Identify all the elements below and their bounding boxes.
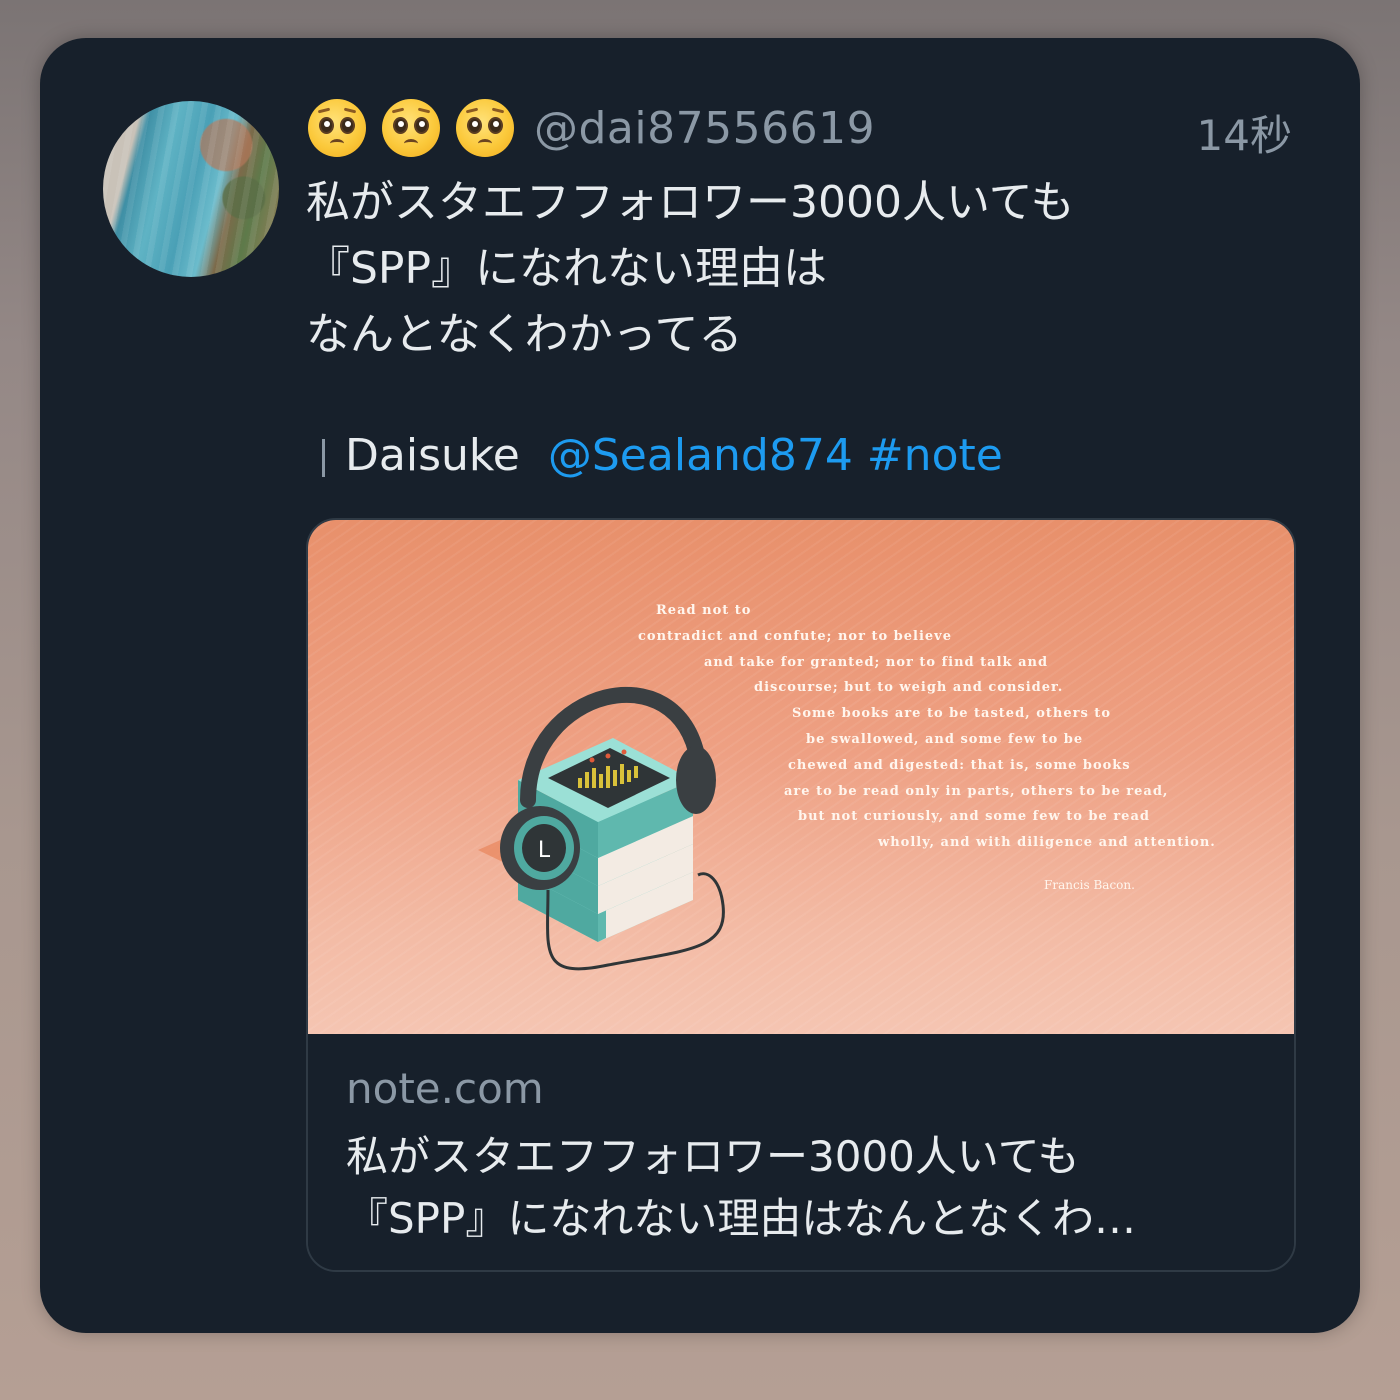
pleading-face-emoji-icon [308, 99, 366, 157]
mention-hashtag-link[interactable]: @Sealand874 #note [548, 430, 1003, 481]
link-title-line: 私がスタエフフォロワー3000人いても [346, 1132, 1080, 1181]
pleading-face-emoji-icon [382, 99, 440, 157]
quote-author: Daisuke [345, 430, 520, 481]
poem-line: but not curiously, and some few to be re… [798, 809, 1150, 825]
tweet-card[interactable]: @dai87556619 14秒 私がスタエフフォロワー3000人いても 『SP… [40, 38, 1360, 1333]
headphone-letter: L [538, 838, 551, 863]
link-domain: note.com [346, 1064, 544, 1113]
poem-line: be swallowed, and some few to be [806, 731, 1084, 747]
tweet-text-line: 私がスタエフフォロワー3000人いても [306, 177, 1075, 228]
poem-line: Some books are to be tasted, others to [792, 706, 1111, 722]
poem-line: chewed and digested: that is, some books [788, 757, 1131, 773]
link-preview-meta[interactable]: note.com 私がスタエフフォロワー3000人いても 『SPP』になれない理… [308, 1034, 1294, 1270]
link-preview-card[interactable]: L Read not to contradict and confute; no… [306, 518, 1296, 1272]
poem-line: discourse; but to weigh and consider. [754, 680, 1064, 696]
avatar[interactable] [103, 101, 279, 277]
quote-bar [322, 439, 325, 477]
tweet-text: 私がスタエフフォロワー3000人いても 『SPP』になれない理由は なんとなくわ… [306, 170, 1266, 368]
link-title-line: 『SPP』になれない理由はなんとなくわ… [346, 1194, 1137, 1243]
poem-line: are to be read only in parts, others to … [784, 783, 1169, 799]
poem-line: Read not to [656, 603, 752, 618]
link-title: 私がスタエフフォロワー3000人いても 『SPP』になれない理由はなんとなくわ… [346, 1126, 1266, 1250]
tweet-timestamp[interactable]: 14秒 [1197, 102, 1292, 163]
tweet-text-line: なんとなくわかってる [306, 309, 743, 360]
quote-poem: Read not to contradict and confute; nor … [638, 598, 1238, 856]
poem-author: Francis Bacon. [1044, 878, 1135, 892]
tweet-header: @dai87556619 [308, 93, 875, 163]
poem-line: and take for granted; nor to find talk a… [704, 654, 1049, 670]
poem-line: wholly, and with diligence and attention… [878, 835, 1216, 851]
user-handle[interactable]: @dai87556619 [534, 103, 875, 154]
poem-line: contradict and confute; nor to believe [638, 628, 952, 644]
quote-attribution: Daisuke @Sealand874 #note [322, 430, 1003, 481]
pleading-face-emoji-icon [456, 99, 514, 157]
link-preview-image[interactable]: L Read not to contradict and confute; no… [308, 520, 1294, 1034]
tweet-text-line: 『SPP』になれない理由は [306, 243, 827, 294]
